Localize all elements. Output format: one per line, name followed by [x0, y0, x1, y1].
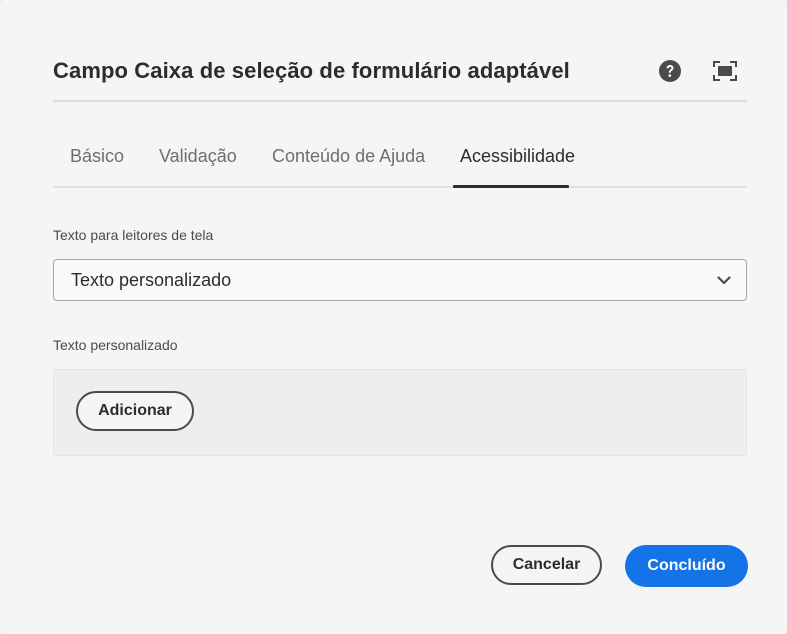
tab-conteudo-de-ajuda[interactable]: Conteúdo de Ajuda	[272, 146, 425, 167]
dialog-title: Campo Caixa de seleção de formulário ada…	[53, 58, 570, 83]
help-button[interactable]	[658, 59, 682, 83]
screen-reader-select-value: Texto personalizado	[71, 270, 232, 290]
fullscreen-icon	[713, 61, 737, 81]
chevron-down-icon	[717, 276, 731, 285]
cancel-button[interactable]: Cancelar	[491, 545, 602, 585]
add-button[interactable]: Adicionar	[76, 391, 194, 431]
dialog: Campo Caixa de seleção de formulário ada…	[0, 0, 787, 634]
tab-acessibilidade[interactable]: Acessibilidade	[460, 146, 575, 167]
selected-tab-indicator	[453, 185, 569, 188]
tab-basico[interactable]: Básico	[70, 146, 124, 167]
screen-reader-select[interactable]: Texto personalizado	[53, 259, 747, 301]
custom-text-label: Texto personalizado	[53, 337, 178, 353]
done-button[interactable]: Concluído	[625, 545, 748, 587]
fullscreen-button[interactable]	[712, 59, 738, 83]
tab-list: Básico Validação Conteúdo de Ajuda Acess…	[53, 134, 747, 188]
tab-validacao[interactable]: Validação	[159, 146, 237, 167]
screen-reader-label: Texto para leitores de tela	[53, 227, 214, 243]
custom-text-multifield: Adicionar	[53, 369, 747, 456]
dialog-header: Campo Caixa de seleção de formulário ada…	[53, 50, 747, 102]
help-circle-icon	[659, 60, 681, 82]
